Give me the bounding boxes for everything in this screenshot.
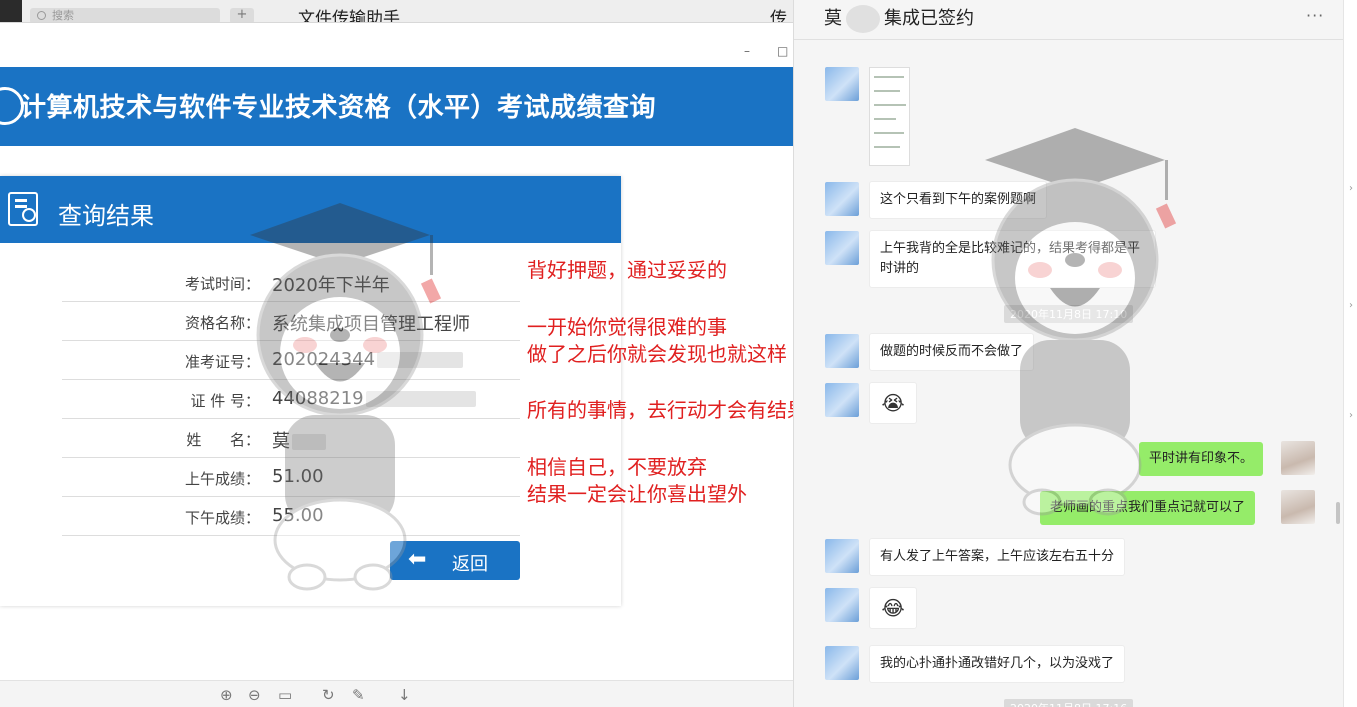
chat-message[interactable]: 这个只看到下午的案例题啊 — [869, 181, 1048, 219]
maximize-button[interactable]: □ — [777, 44, 788, 58]
avatar[interactable] — [825, 182, 859, 216]
annotation-line: 做了之后你就会发现也就这样 — [527, 342, 787, 366]
edge-mark: › — [1349, 410, 1353, 421]
row-value: 莫 — [272, 431, 290, 452]
result-row-morning-score: 上午成绩： 51.00 — [62, 458, 520, 497]
chat-panel: 莫 集成已签约 ··· 这个只看到下午的案例题啊 上午我背的全是比较难记的，结果考… — [793, 0, 1344, 707]
result-row-afternoon-score: 下午成绩： 55.00 — [62, 497, 520, 536]
row-label: 上午成绩： — [184, 470, 260, 488]
row-value: 系统集成项目管理工程师 — [272, 314, 470, 335]
row-label: 姓 名： — [186, 431, 260, 449]
avatar[interactable] — [825, 646, 859, 680]
emoji-message[interactable]: 😭 — [869, 382, 917, 424]
annotation-line: 一开始你觉得很难的事 — [527, 315, 727, 339]
viewer-toolbar: ⊕ ⊖ ▭ ↻ ✎ ↓ — [0, 680, 793, 707]
chat-title-prefix: 莫 — [824, 8, 842, 29]
avatar[interactable] — [825, 67, 859, 101]
row-label: 准考证号： — [184, 353, 260, 371]
row-value: 44088219 — [272, 388, 364, 409]
back-button-label: 返回 — [452, 554, 488, 575]
row-label: 下午成绩： — [184, 509, 260, 527]
avatar[interactable] — [825, 231, 859, 265]
avatar[interactable] — [1281, 490, 1315, 524]
page-title: 计算机技术与软件专业技术资格（水平）考试成绩查询 — [20, 93, 657, 123]
background-sidebar — [0, 0, 22, 24]
row-value-wrap: 202024344 — [272, 349, 464, 370]
chat-title-suffix: 集成已签约 — [884, 8, 974, 29]
divider — [794, 39, 1344, 40]
result-row-id-number: 证 件 号： 44088219 — [62, 380, 520, 419]
zoom-out-icon[interactable]: ⊖ — [248, 686, 261, 704]
row-label: 考试时间： — [184, 275, 260, 293]
annotation-line: 背好押题，通过妥妥的 — [527, 258, 727, 282]
row-value: 202024344 — [272, 349, 376, 370]
reply-arrow-icon: ⬅ — [408, 547, 427, 572]
document-search-icon — [8, 192, 38, 226]
card-header: 查询结果 — [0, 176, 621, 243]
avatar[interactable] — [825, 588, 859, 622]
edge-mark: › — [1349, 300, 1353, 311]
row-value: 51.00 — [272, 466, 324, 487]
chat-timestamp: 2020年11月8日 17:16 — [1004, 699, 1134, 707]
search-icon — [37, 11, 46, 20]
zoom-in-icon[interactable]: ⊕ — [220, 686, 233, 704]
minimize-button[interactable]: – — [744, 44, 750, 58]
avatar[interactable] — [1281, 441, 1315, 475]
chat-message[interactable]: 做题的时候反而不会做了 — [869, 333, 1035, 371]
edit-icon[interactable]: ✎ — [352, 686, 365, 704]
avatar[interactable] — [825, 539, 859, 573]
download-icon[interactable]: ↓ — [398, 686, 411, 704]
annotation-line: 结果一定会让你喜出望外 — [527, 482, 747, 506]
chat-scrollbar[interactable] — [1336, 502, 1340, 524]
avatar[interactable] — [825, 383, 859, 417]
emoji-message[interactable]: 😂 — [869, 587, 917, 629]
row-value: 2020年下半年 — [272, 275, 390, 296]
row-label: 资格名称： — [184, 314, 260, 332]
result-row-name: 姓 名： 莫 — [62, 419, 520, 458]
redacted-mask — [365, 391, 476, 407]
chat-timestamp: 2020年11月8日 17:10 — [1004, 305, 1134, 323]
row-value-wrap: 莫 — [272, 427, 326, 453]
back-button[interactable]: ⬅ 返回 — [390, 541, 520, 580]
chat-title: 莫 集成已签约 — [824, 4, 974, 33]
edge-mark: › — [1349, 183, 1353, 194]
annotation-line: 所有的事情，去行动才会有结果 — [527, 398, 807, 422]
row-value-wrap: 44088219 — [272, 388, 476, 409]
redacted-mask — [292, 434, 326, 450]
more-options-button[interactable]: ··· — [1306, 6, 1324, 25]
row-value: 55.00 — [272, 505, 324, 526]
fit-page-icon[interactable]: ▭ — [278, 686, 292, 704]
chat-message[interactable]: 上午我背的全是比较难记的，结果考得都是平时讲的 — [869, 230, 1156, 288]
rotate-icon[interactable]: ↻ — [322, 686, 335, 704]
result-row-exam-time: 考试时间： 2020年下半年 — [62, 263, 520, 302]
annotation-line: 相信自己，不要放弃 — [527, 455, 707, 479]
chat-image-thumbnail[interactable] — [869, 67, 910, 166]
chat-message[interactable]: 有人发了上午答案，上午应该左右五十分 — [869, 538, 1126, 576]
redacted-mask — [377, 352, 464, 368]
chat-message-sent[interactable]: 老师画的重点我们重点记就可以了 — [1040, 491, 1256, 525]
chat-message[interactable]: 我的心扑通扑通改错好几个，以为没戏了 — [869, 645, 1126, 683]
right-edge-panel — [1343, 0, 1357, 707]
chat-message-sent[interactable]: 平时讲有印象不。 — [1139, 442, 1264, 476]
redacted-mask — [846, 5, 880, 33]
row-label: 证 件 号： — [190, 392, 260, 410]
card-title: 查询结果 — [58, 202, 154, 230]
search-placeholder: 搜索 — [52, 9, 74, 22]
result-row-qualification: 资格名称： 系统集成项目管理工程师 — [62, 302, 520, 341]
avatar[interactable] — [825, 334, 859, 368]
header-banner: 计算机技术与软件专业技术资格（水平）考试成绩查询 — [0, 67, 793, 146]
result-row-admission-number: 准考证号： 202024344 — [62, 341, 520, 380]
